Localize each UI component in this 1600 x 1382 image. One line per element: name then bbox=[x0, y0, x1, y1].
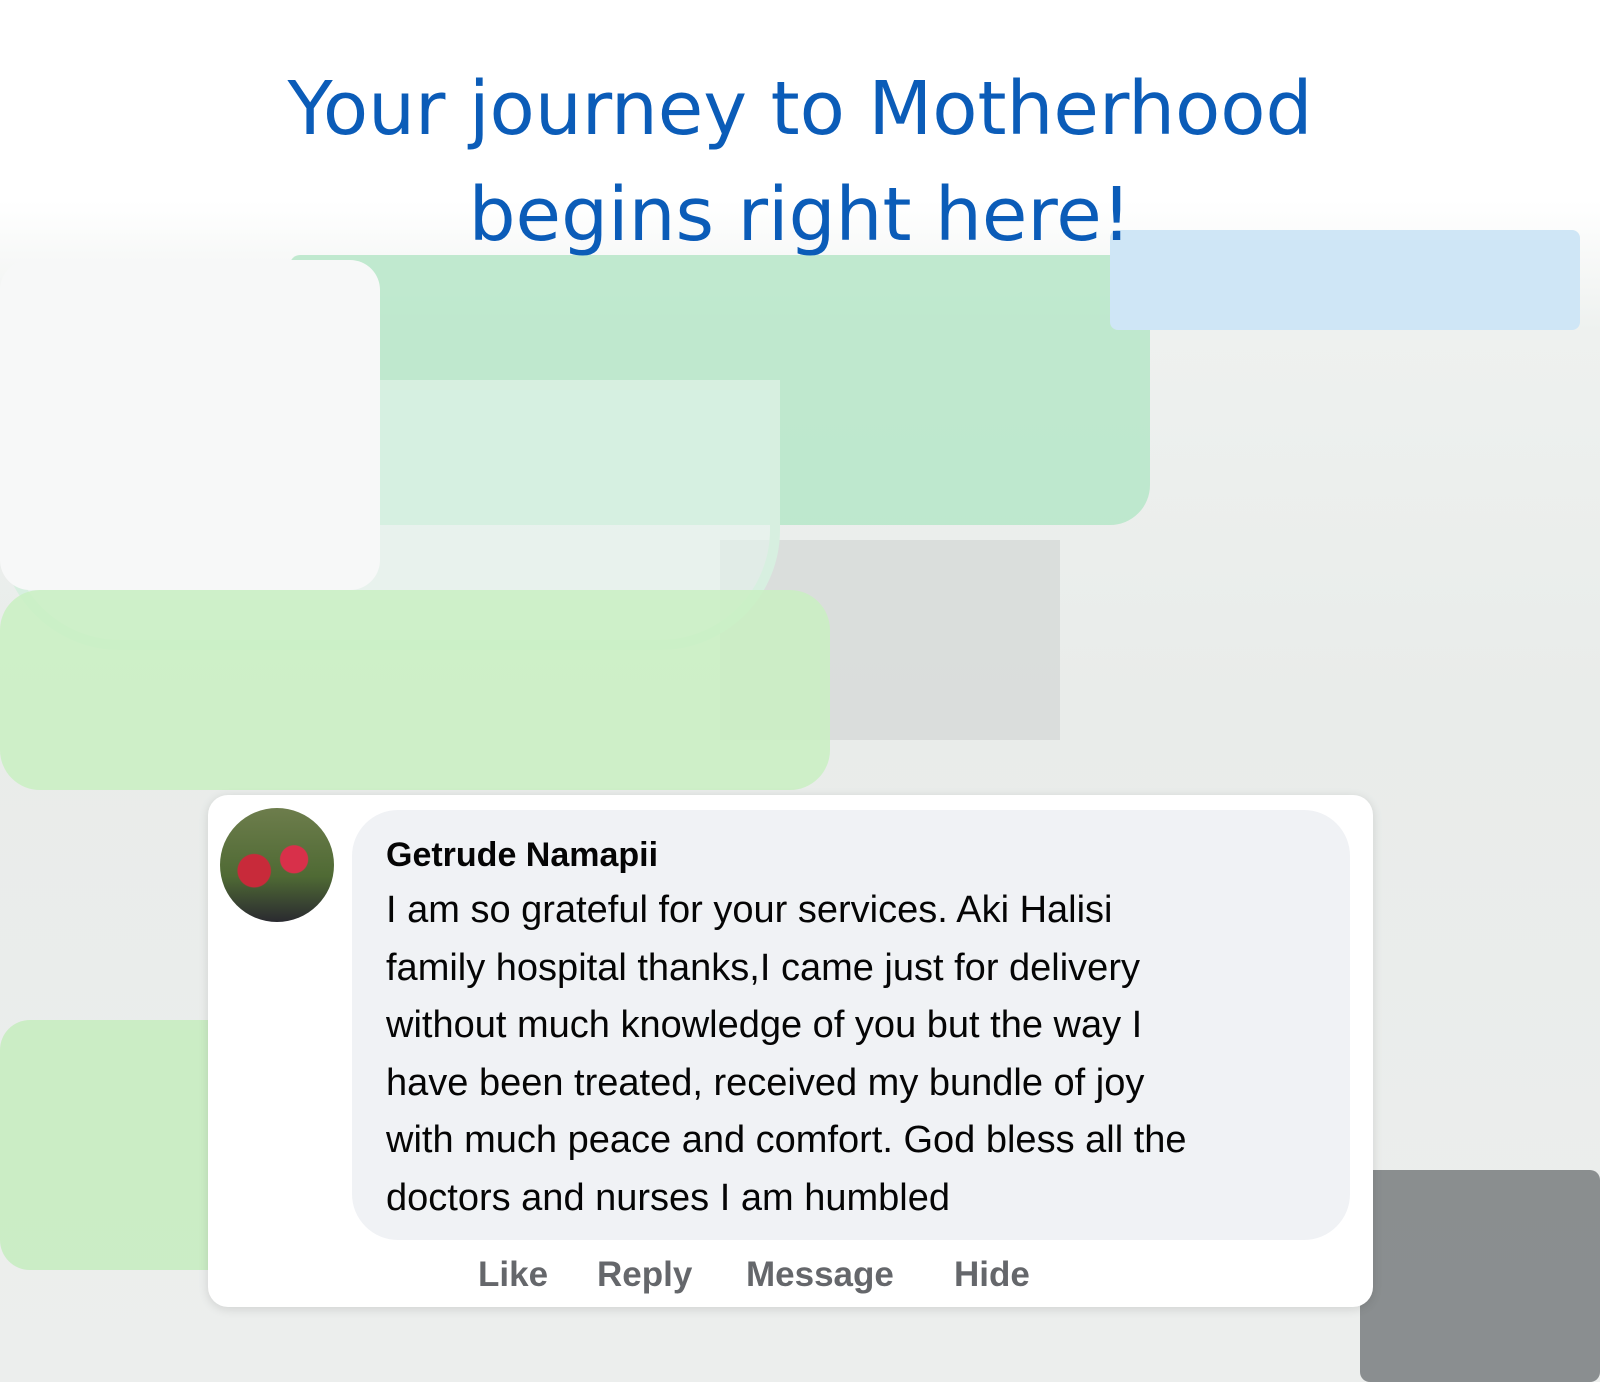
baby-clothes bbox=[0, 260, 380, 590]
comment-line: without much knowledge of you but the wa… bbox=[386, 1004, 1143, 1046]
avatar[interactable] bbox=[220, 808, 334, 922]
headline: Your journey to Motherhood begins right … bbox=[0, 56, 1600, 268]
like-button[interactable]: Like bbox=[478, 1255, 548, 1295]
facebook-comment-card: Getrude Namapii I am so grateful for you… bbox=[208, 795, 1373, 1307]
comment-line: with much peace and comfort. God bless a… bbox=[386, 1119, 1187, 1161]
comment-line: have been treated, received my bundle of… bbox=[386, 1061, 1145, 1104]
comment-text: I am so grateful for your services. Aki … bbox=[386, 882, 1187, 1227]
hide-button[interactable]: Hide bbox=[954, 1255, 1030, 1295]
message-button[interactable]: Message bbox=[746, 1255, 894, 1295]
comment-line: I am so grateful for your services. Aki … bbox=[386, 889, 1113, 931]
comment-line: doctors and nurses I am humbled bbox=[386, 1176, 950, 1219]
comment-bubble: Getrude Namapii I am so grateful for you… bbox=[352, 810, 1350, 1240]
step-stool bbox=[1360, 1170, 1600, 1382]
bassinet-base bbox=[0, 590, 830, 790]
headline-line-2: begins right here! bbox=[468, 172, 1132, 258]
comment-author[interactable]: Getrude Namapii bbox=[386, 836, 658, 875]
comment-line: family hospital thanks,I came just for d… bbox=[386, 946, 1140, 989]
headline-line-1: Your journey to Motherhood bbox=[287, 66, 1313, 152]
reply-button[interactable]: Reply bbox=[597, 1255, 692, 1295]
